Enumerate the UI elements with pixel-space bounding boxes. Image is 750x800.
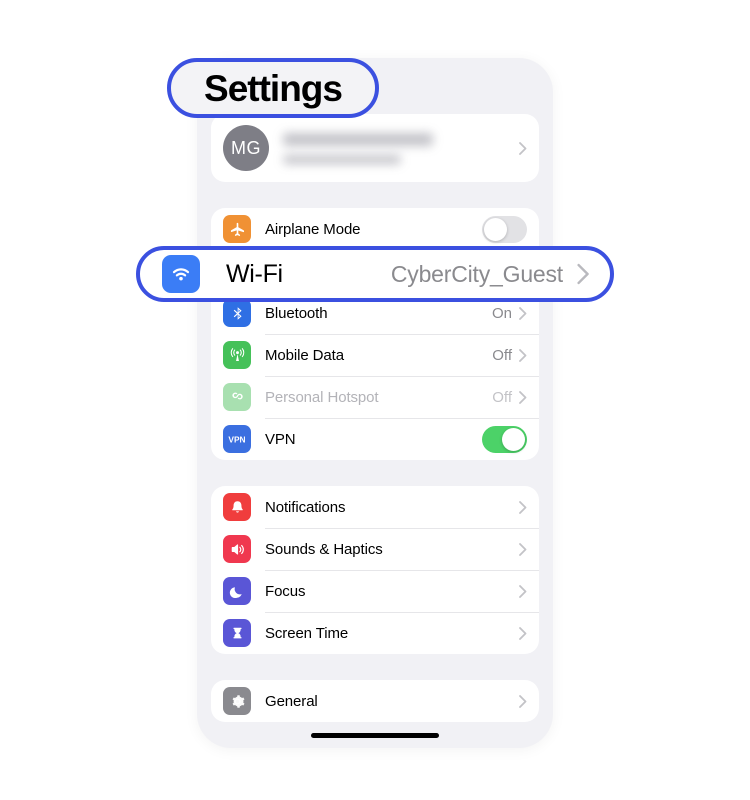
row-focus[interactable]: Focus [211, 570, 539, 612]
hotspot-icon [223, 383, 251, 411]
chevron-right-icon [519, 390, 527, 404]
profile-group: MG [211, 114, 539, 182]
wifi-network-name: CyberCity_Guest [390, 260, 563, 287]
settings-scroll-view[interactable]: MG Airplane Mode Bluetooth On Mobile Dat… [197, 58, 553, 748]
hourglass-icon [223, 619, 251, 647]
home-indicator [311, 733, 439, 738]
airplane-icon [223, 215, 251, 243]
row-label: Notifications [265, 498, 346, 516]
vpn-toggle[interactable] [482, 425, 527, 453]
phone-frame: MG Airplane Mode Bluetooth On Mobile Dat… [197, 58, 553, 748]
chevron-right-icon [519, 306, 527, 320]
wifi-row-callout[interactable]: Wi-Fi CyberCity_Guest [136, 246, 614, 302]
redacted-subtitle [283, 154, 401, 164]
page-title-callout: Settings [167, 58, 379, 118]
moon-icon [223, 577, 251, 605]
row-label: Focus [265, 582, 306, 600]
row-value: Off [492, 346, 512, 364]
cellular-icon [223, 341, 251, 369]
airplane-mode-toggle[interactable] [482, 215, 527, 243]
row-value: Off [492, 388, 512, 406]
gear-icon [223, 687, 251, 715]
chevron-right-icon [519, 141, 527, 155]
wifi-label: Wi-Fi [226, 259, 283, 288]
bluetooth-icon [223, 299, 251, 327]
chevron-right-icon [519, 348, 527, 362]
row-label: Airplane Mode [265, 220, 361, 238]
row-label: General [265, 692, 318, 710]
chevron-right-icon [519, 694, 527, 708]
vpn-icon: VPN [223, 425, 251, 453]
speaker-icon [223, 535, 251, 563]
group-alerts: Notifications Sounds & Haptics Focus Scr… [211, 486, 539, 654]
wifi-icon [162, 255, 200, 293]
profile-name-redacted [283, 132, 519, 164]
svg-text:VPN: VPN [228, 435, 245, 445]
row-mobile-data[interactable]: Mobile Data Off [211, 334, 539, 376]
chevron-right-icon [519, 500, 527, 514]
row-personal-hotspot[interactable]: Personal Hotspot Off [211, 376, 539, 418]
profile-row[interactable]: MG [211, 114, 539, 182]
group-system: General [211, 680, 539, 722]
row-airplane-mode[interactable]: Airplane Mode [211, 208, 539, 250]
row-value: On [491, 304, 512, 322]
row-screen-time[interactable]: Screen Time [211, 612, 539, 654]
bell-icon [223, 493, 251, 521]
row-sounds-haptics[interactable]: Sounds & Haptics [211, 528, 539, 570]
chevron-right-icon [519, 626, 527, 640]
row-label: Sounds & Haptics [265, 540, 383, 558]
row-notifications[interactable]: Notifications [211, 486, 539, 528]
chevron-right-icon [519, 584, 527, 598]
chevron-right-icon [577, 263, 590, 285]
chevron-right-icon [519, 542, 527, 556]
row-label: Mobile Data [265, 346, 344, 364]
redacted-name [283, 132, 433, 146]
avatar: MG [223, 125, 269, 171]
row-general[interactable]: General [211, 680, 539, 722]
row-label: Bluetooth [265, 304, 328, 322]
page-title: Settings [204, 67, 343, 109]
row-label: Personal Hotspot [265, 388, 379, 406]
row-label: VPN [265, 430, 296, 448]
row-vpn[interactable]: VPN VPN [211, 418, 539, 460]
row-label: Screen Time [265, 624, 349, 642]
